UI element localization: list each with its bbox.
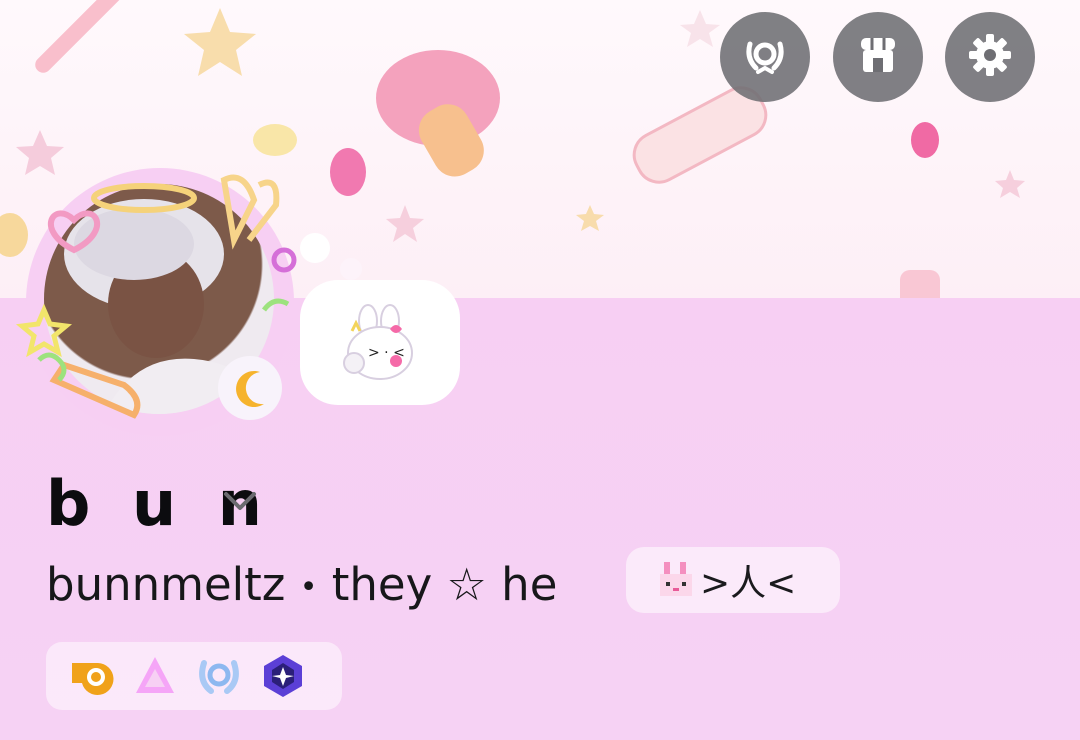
chevron-down-icon[interactable] bbox=[222, 486, 258, 516]
pixel-bunny-icon bbox=[660, 562, 692, 596]
nitro-button[interactable] bbox=[720, 12, 810, 102]
triangle-badge-icon[interactable] bbox=[132, 653, 178, 699]
diamond-badge-icon[interactable] bbox=[260, 653, 306, 699]
svg-text:> · <: > · < bbox=[368, 345, 405, 361]
thought-dot bbox=[340, 258, 362, 280]
pronouns: they ☆ he bbox=[331, 558, 558, 611]
status-bubble[interactable]: > · < bbox=[300, 280, 460, 405]
bunny-ears-icon bbox=[220, 174, 280, 250]
settings-button[interactable] bbox=[945, 12, 1035, 102]
separator-dot: • bbox=[299, 570, 318, 605]
laurel-badge-icon[interactable] bbox=[196, 653, 242, 699]
gear-icon bbox=[965, 30, 1015, 85]
username: bunnmeltz bbox=[46, 558, 286, 611]
shop-button[interactable] bbox=[833, 12, 923, 102]
hypesquad-icon[interactable] bbox=[68, 653, 114, 699]
badge-row bbox=[46, 642, 342, 710]
star-icon bbox=[15, 303, 73, 358]
avatar-decoration bbox=[15, 174, 297, 420]
pronoun-tag-text: >人< bbox=[700, 563, 797, 604]
username-line: bunnmeltz • they ☆ he bbox=[46, 557, 557, 616]
bunny-sticker: > · < bbox=[343, 303, 413, 380]
nitro-laurel-icon bbox=[740, 30, 790, 85]
heart-icon bbox=[48, 210, 100, 254]
shop-icon bbox=[853, 30, 903, 85]
carrot-icon bbox=[49, 361, 141, 419]
thought-dot bbox=[300, 233, 330, 263]
pronoun-tag: >人< bbox=[626, 547, 840, 613]
halo-icon bbox=[91, 183, 197, 213]
